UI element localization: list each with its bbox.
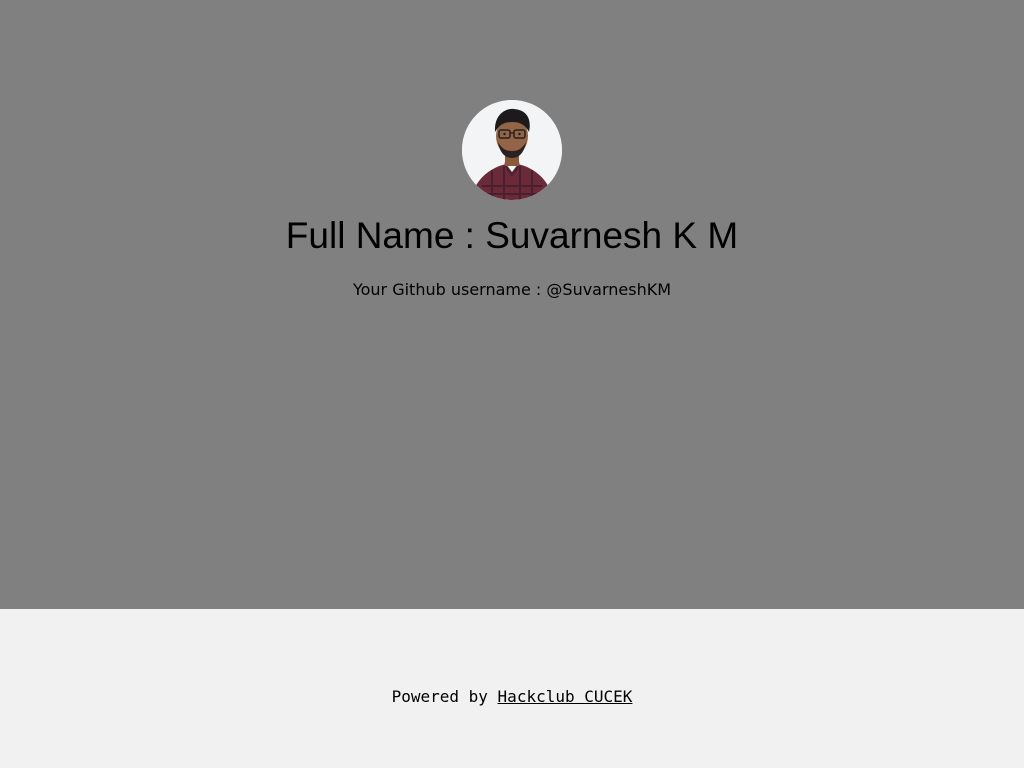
profile-photo-icon	[462, 100, 562, 200]
full-name: Full Name : Suvarnesh K M	[285, 215, 739, 256]
powered-by-text: Powered by Hackclub CUCEK	[0, 687, 1024, 707]
powered-by-label: Powered by	[391, 687, 488, 706]
footer: Powered by Hackclub CUCEK	[0, 609, 1024, 768]
avatar	[462, 100, 562, 200]
github-username: Your Github username : @SuvarneshKM	[352, 280, 672, 299]
hackclub-link[interactable]: Hackclub CUCEK	[498, 687, 633, 706]
profile-hero: Full Name : Suvarnesh K M Your Github us…	[0, 0, 1024, 609]
